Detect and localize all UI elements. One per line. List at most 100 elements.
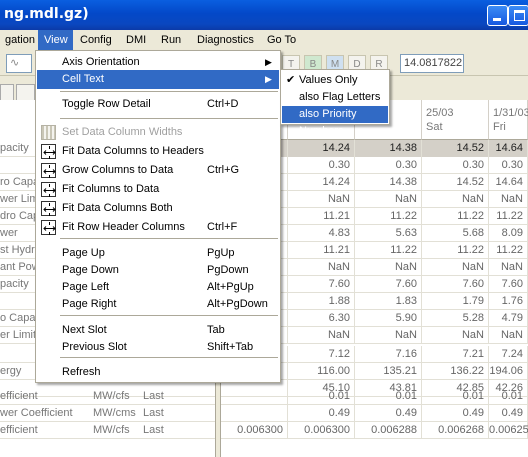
table-cell[interactable]: 0.01 <box>422 388 489 405</box>
menu-item-refresh[interactable]: Refresh <box>37 363 279 382</box>
menu-dmi[interactable]: DMI <box>120 30 152 50</box>
table-cell[interactable]: 0.01 <box>489 388 528 405</box>
table-cell[interactable]: 14.38 <box>355 174 422 191</box>
table-cell[interactable]: 0.30 <box>288 157 355 174</box>
table-cell[interactable]: 0.30 <box>355 157 422 174</box>
tab-stub[interactable] <box>16 84 35 100</box>
menu-run[interactable]: Run <box>155 30 187 50</box>
table-cell[interactable]: 0.006288 <box>355 422 422 439</box>
table-cell[interactable]: NaN <box>422 191 489 208</box>
table-cell[interactable]: 7.16 <box>355 346 422 363</box>
table-cell[interactable]: 4.79 <box>489 310 528 327</box>
menu-item-toggle-row-detail[interactable]: Toggle Row Detail Ctrl+D <box>37 95 279 114</box>
row-label[interactable]: efficient MW/cfs Last <box>0 422 215 439</box>
table-cell[interactable]: 14.52 <box>422 140 489 157</box>
table-cell[interactable]: 4.83 <box>288 225 355 242</box>
table-cell[interactable]: NaN <box>489 327 528 344</box>
menu-go-to[interactable]: Go To <box>261 30 302 50</box>
table-cell[interactable]: 1.79 <box>422 293 489 310</box>
table-cell[interactable]: 7.60 <box>489 276 528 293</box>
table-cell[interactable]: 0.01 <box>288 388 355 405</box>
table-cell[interactable]: 7.24 <box>489 346 528 363</box>
table-cell[interactable]: 5.63 <box>355 225 422 242</box>
submenu-item-values-only[interactable]: ✔ Values Only <box>282 72 388 89</box>
table-cell[interactable]: 11.22 <box>489 242 528 259</box>
table-cell[interactable]: 194.06 <box>489 363 528 380</box>
table-cell[interactable]: 0.30 <box>422 157 489 174</box>
table-cell[interactable]: NaN <box>288 259 355 276</box>
table-cell[interactable]: 135.21 <box>355 363 422 380</box>
table-cell[interactable]: 14.52 <box>422 174 489 191</box>
menu-item-grow-columns-to-data[interactable]: Grow Columns to Data Ctrl+G <box>37 161 279 180</box>
wave-field[interactable]: ∿ <box>6 54 32 73</box>
menu-item-fit-data-columns-both[interactable]: Fit Data Columns Both <box>37 199 279 218</box>
table-cell[interactable]: 8.09 <box>489 225 528 242</box>
table-cell[interactable] <box>221 388 288 405</box>
table-cell[interactable]: 0.006253 <box>489 422 528 439</box>
table-cell[interactable]: 11.22 <box>355 242 422 259</box>
table-cell[interactable]: 136.22 <box>422 363 489 380</box>
table-cell[interactable]: 7.21 <box>422 346 489 363</box>
tab-stub[interactable] <box>0 84 14 100</box>
row-label[interactable]: efficient MW/cfs Last <box>0 388 215 405</box>
table-cell[interactable]: 0.30 <box>489 157 528 174</box>
table-cell[interactable]: 14.24 <box>288 174 355 191</box>
table-cell[interactable]: 5.28 <box>422 310 489 327</box>
table-cell[interactable]: 7.60 <box>355 276 422 293</box>
table-cell[interactable]: NaN <box>422 259 489 276</box>
table-cell[interactable]: 1.88 <box>288 293 355 310</box>
table-cell[interactable]: NaN <box>489 191 528 208</box>
menu-item-fit-data-columns-to-headers[interactable]: Fit Data Columns to Headers <box>37 142 279 161</box>
table-cell[interactable]: 0.49 <box>355 405 422 422</box>
table-cell[interactable]: 6.30 <box>288 310 355 327</box>
table-cell[interactable]: 0.01 <box>355 388 422 405</box>
menu-diagnostics[interactable]: Diagnostics <box>191 30 260 50</box>
menu-navigation[interactable]: gation <box>0 30 41 50</box>
table-cell[interactable]: NaN <box>422 327 489 344</box>
table-cell[interactable]: 7.60 <box>288 276 355 293</box>
menu-item-fit-columns-to-data[interactable]: Fit Columns to Data <box>37 180 279 199</box>
maximize-button[interactable] <box>508 5 528 26</box>
table-cell[interactable]: NaN <box>489 259 528 276</box>
menu-config[interactable]: Config <box>74 30 118 50</box>
table-cell[interactable]: 7.12 <box>288 346 355 363</box>
menu-item-previous-slot[interactable]: Previous Slot Shift+Tab <box>37 338 279 357</box>
table-cell[interactable] <box>221 405 288 422</box>
table-cell[interactable]: 14.64 <box>489 140 528 157</box>
table-cell[interactable]: 0.49 <box>489 405 528 422</box>
table-cell[interactable]: 11.21 <box>288 208 355 225</box>
table-cell[interactable]: 1.83 <box>355 293 422 310</box>
table-cell[interactable]: 0.006300 <box>213 422 288 439</box>
minimize-button[interactable] <box>487 5 508 26</box>
table-cell[interactable]: 1.76 <box>489 293 528 310</box>
menu-view[interactable]: View <box>38 30 73 50</box>
submenu-item-also-flag-letters[interactable]: also Flag Letters <box>282 89 388 106</box>
table-cell[interactable]: 11.21 <box>288 242 355 259</box>
table-cell[interactable]: 0.49 <box>288 405 355 422</box>
table-cell[interactable]: 11.22 <box>422 242 489 259</box>
table-cell[interactable]: 0.49 <box>422 405 489 422</box>
table-cell[interactable]: 7.60 <box>422 276 489 293</box>
table-cell[interactable]: 5.68 <box>422 225 489 242</box>
table-cell[interactable]: 14.64 <box>489 174 528 191</box>
table-cell[interactable]: 14.24 <box>288 140 355 157</box>
table-cell[interactable]: NaN <box>288 191 355 208</box>
column-header[interactable]: 25/03 Sat <box>422 100 489 140</box>
row-label[interactable]: wer Coefficient MW/cms Last <box>0 405 215 422</box>
table-cell[interactable]: 11.22 <box>355 208 422 225</box>
table-cell[interactable]: NaN <box>355 327 422 344</box>
menu-item-fit-row-header-columns[interactable]: Fit Row Header Columns Ctrl+F <box>37 218 279 237</box>
submenu-item-also-priority-numbers[interactable]: also Priority Numbers <box>282 106 388 137</box>
value-field[interactable]: 14.0817822 <box>400 54 464 73</box>
menu-item-page-right[interactable]: Page Right Alt+PgDown <box>37 295 279 314</box>
table-cell[interactable]: NaN <box>288 327 355 344</box>
table-cell[interactable]: 116.00 <box>288 363 355 380</box>
column-header[interactable]: 1/31/03 Fri <box>489 100 528 140</box>
table-cell[interactable]: 14.38 <box>355 140 422 157</box>
menu-item-cell-text[interactable]: Cell Text ▶ <box>37 70 279 89</box>
table-cell[interactable]: 5.90 <box>355 310 422 327</box>
table-cell[interactable]: 11.22 <box>489 208 528 225</box>
table-cell[interactable]: NaN <box>355 191 422 208</box>
table-cell[interactable]: 11.22 <box>422 208 489 225</box>
table-cell[interactable]: 0.006300 <box>288 422 355 439</box>
